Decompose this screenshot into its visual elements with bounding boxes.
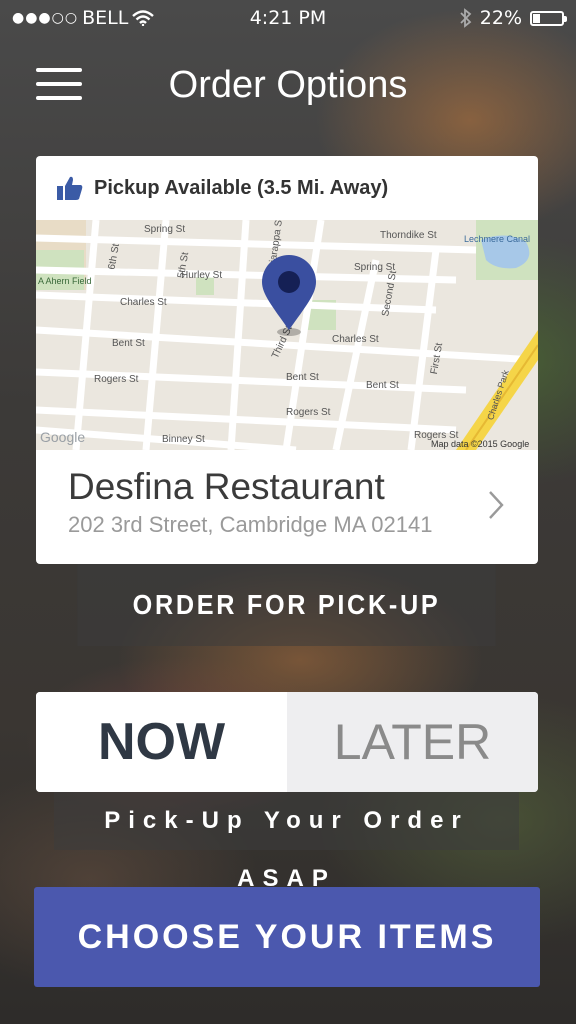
pickup-label: Pickup Available (3.5 Mi. Away) xyxy=(94,176,389,199)
pickup-time-toggle: NOW LATER xyxy=(36,692,538,792)
street-label: Bent St xyxy=(366,380,399,391)
pickup-availability: Pickup Available (3.5 Mi. Away) xyxy=(36,156,538,220)
battery-fill xyxy=(533,13,540,23)
street-label: Bent St xyxy=(112,338,145,349)
asap-banner: Pick-Up Your Order ASAP xyxy=(54,792,519,892)
restaurant-name: Desfina Restaurant xyxy=(68,466,385,507)
park-label: A Ahern Field xyxy=(38,276,92,286)
street-label: Thorndike St xyxy=(380,230,437,241)
map-attribution: Map data ©2015 Google xyxy=(431,439,529,449)
street-label: Rogers St xyxy=(94,374,139,385)
restaurant-card: Pickup Available (3.5 Mi. Away) Spring S… xyxy=(36,156,538,564)
chevron-right-icon xyxy=(489,491,504,519)
page-title: Order Options xyxy=(168,64,408,106)
status-bar: ●●●○○ BELL 4:21 PM 22% xyxy=(0,0,576,36)
choose-your-items-button[interactable]: CHOOSE YOUR ITEMS xyxy=(34,887,540,987)
street-label: Charles St xyxy=(332,334,379,345)
status-right: 22% xyxy=(460,7,567,29)
street-label: Charles St xyxy=(120,297,167,308)
battery-icon xyxy=(530,10,567,26)
street-label: Bent St xyxy=(286,372,319,383)
thumbs-up-icon xyxy=(57,176,83,200)
later-option[interactable]: LATER xyxy=(287,692,538,792)
street-label: Spring St xyxy=(144,224,185,235)
waterway-label: Lechmere Canal xyxy=(464,234,530,244)
google-logo: Google xyxy=(40,429,85,445)
battery-percent: 22% xyxy=(479,7,522,29)
street-label: Rogers St xyxy=(286,407,331,418)
order-for-pickup-button[interactable]: ORDER FOR PICK-UP xyxy=(77,564,496,646)
restaurant-details-row[interactable]: Desfina Restaurant 202 3rd Street, Cambr… xyxy=(36,450,538,564)
now-option[interactable]: NOW xyxy=(36,692,287,792)
street-label: Binney St xyxy=(162,434,205,445)
restaurant-address: 202 3rd Street, Cambridge MA 02141 xyxy=(68,512,433,537)
location-map[interactable]: Spring St Thorndike St Hurley St Charles… xyxy=(36,220,538,450)
nav-bar: Order Options xyxy=(0,36,576,136)
bluetooth-icon xyxy=(460,8,472,28)
